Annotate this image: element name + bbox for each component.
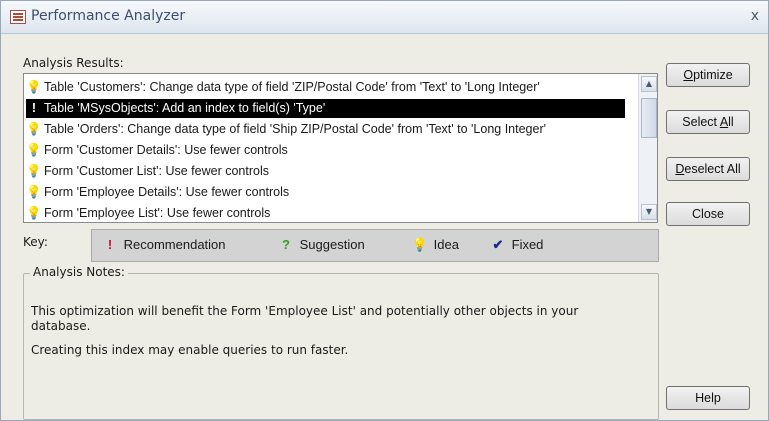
result-item-text: Form 'Employee List': Use fewer controls [44,206,271,220]
title-bar: Performance Analyzer x [1,1,768,34]
performance-analyzer-window: Performance Analyzer x Analysis Results:… [0,0,769,421]
button-label: eselect All [684,162,741,176]
lightbulb-icon: 💡 [26,143,42,157]
lightbulb-icon: 💡 [26,80,42,94]
analysis-notes-text: This optimization will benefit the Form … [31,304,641,367]
select-all-button[interactable]: Select All [666,110,750,134]
result-list-item[interactable]: 💡 Form 'Employee List': Use fewer control… [26,204,625,222]
analysis-notes-group: Analysis Notes: This optimization will b… [23,265,659,420]
result-list-item[interactable]: 💡 Form 'Employee Details': Use fewer cont… [26,183,625,202]
analysis-results-label: Analysis Results: [23,56,124,70]
result-item-text: Form 'Employee Details': Use fewer contr… [44,185,290,199]
result-item-text: Table 'Customers': Change data type of f… [44,80,540,94]
analysis-results-list[interactable]: 💡 Table 'Customers': Change data type of … [23,73,658,223]
analysis-notes-legend: Analysis Notes: [30,265,128,279]
suggestion-icon: ? [282,237,290,252]
key-item-fixed: ✔ Fixed [488,237,544,253]
key-item-suggestion: ? Suggestion [276,237,365,252]
lightbulb-icon: 💡 [26,206,42,220]
key-item-label: Suggestion [299,237,365,252]
lightbulb-icon: 💡 [26,122,42,136]
help-button[interactable]: Help [666,386,750,410]
list-scrollbar[interactable]: ▲ ▼ [638,74,657,222]
lightbulb-icon: 💡 [411,237,429,252]
key-item-label: Idea [433,237,459,252]
result-list-item[interactable]: 💡 Form 'Customer List': Use fewer control… [26,162,625,181]
notes-paragraph: Creating this index may enable queries t… [31,343,349,357]
scroll-up-arrow-icon[interactable]: ▲ [641,76,657,92]
lightbulb-icon: 💡 [26,185,42,199]
close-icon[interactable]: x [751,8,759,24]
result-item-text: Form 'Customer Details': Use fewer contr… [44,143,288,157]
result-list-item[interactable]: ! Table 'MSysObjects': Add an index to fi… [26,99,625,118]
lightbulb-icon: 💡 [26,164,42,178]
optimize-button[interactable]: Optimize [666,63,750,87]
key-legend-bar: ! Recommendation ? Suggestion 💡 Idea ✔ F… [91,229,659,262]
result-list-item[interactable]: 💡 Table 'Customers': Change data type of … [26,78,625,97]
scroll-down-arrow-icon[interactable]: ▼ [641,204,657,220]
button-label: Select [682,115,720,129]
checkmark-icon: ✔ [492,237,504,252]
notes-paragraph: This optimization will benefit the Form … [31,304,579,333]
result-item-text: Table 'MSysObjects': Add an index to fie… [44,101,326,115]
key-label: Key: [23,235,48,249]
button-label: ptimize [693,68,733,82]
recommendation-icon: ! [31,101,37,115]
button-label: ll [728,115,734,129]
key-item-idea: 💡 Idea [410,237,459,253]
mnemonic: O [683,68,694,82]
result-item-text: Table 'Orders': Change data type of fiel… [44,122,547,136]
key-item-label: Recommendation [123,237,226,252]
key-item-label: Fixed [511,237,544,252]
recommendation-icon: ! [107,237,113,252]
key-item-recommendation: ! Recommendation [100,237,226,252]
result-list-item[interactable]: 💡 Table 'Orders': Change data type of fie… [26,120,625,139]
scrollbar-thumb[interactable] [641,98,657,138]
mnemonic: A [719,115,729,129]
table-icon [10,10,26,24]
result-item-text: Form 'Customer List': Use fewer controls [44,164,269,178]
close-button[interactable]: Close [666,202,750,226]
window-title: Performance Analyzer [31,8,186,24]
deselect-all-button[interactable]: Deselect All [666,157,750,181]
result-list-item[interactable]: 💡 Form 'Customer Details': Use fewer cont… [26,141,625,160]
